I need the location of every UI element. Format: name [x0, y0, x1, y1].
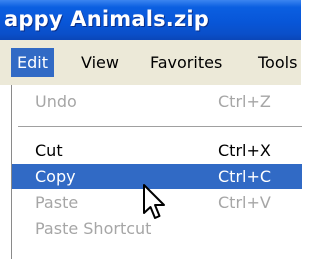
- window-title: appy Animals.zip: [4, 7, 210, 31]
- menu-item-label: Paste: [35, 193, 79, 212]
- menu-item-label: Copy: [35, 167, 76, 186]
- menu-item-label: Paste Shortcut: [35, 219, 152, 238]
- menu-tools[interactable]: Tools: [258, 48, 297, 77]
- menu-item-label: Cut: [35, 141, 63, 160]
- menu-view[interactable]: View: [81, 48, 119, 77]
- window-background: [0, 85, 11, 259]
- menu-item-label: Undo: [35, 92, 77, 111]
- menu-bar: Edit View Favorites Tools: [0, 40, 301, 85]
- arrow-pointer-icon: [142, 183, 168, 221]
- menu-item-shortcut: Ctrl+Z: [218, 92, 271, 111]
- menu-item-undo[interactable]: Undo Ctrl+Z: [12, 89, 302, 114]
- menu-item-shortcut: Ctrl+X: [218, 141, 271, 160]
- edit-menu-dropdown: Undo Ctrl+Z Cut Ctrl+X Copy Ctrl+C Paste…: [11, 85, 302, 259]
- menu-favorites[interactable]: Favorites: [150, 48, 222, 77]
- menu-separator: [18, 126, 302, 128]
- menu-item-shortcut: Ctrl+C: [218, 167, 272, 186]
- menu-item-cut[interactable]: Cut Ctrl+X: [12, 138, 302, 163]
- title-bar[interactable]: appy Animals.zip: [0, 0, 301, 40]
- menu-item-shortcut: Ctrl+V: [218, 193, 271, 212]
- menu-edit[interactable]: Edit: [11, 48, 54, 77]
